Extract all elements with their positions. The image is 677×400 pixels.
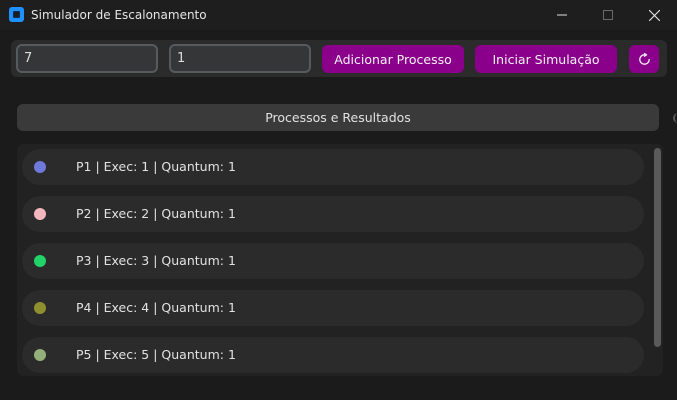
maximize-icon [603,10,613,20]
process-label: P5 | Exec: 5 | Quantum: 1 [76,347,236,362]
process-color-dot [34,255,46,267]
reset-button[interactable] [629,45,659,73]
process-row: P5 | Exec: 5 | Quantum: 1 [22,337,644,373]
minimize-icon [557,14,567,16]
close-button[interactable] [631,0,677,30]
start-simulation-button[interactable]: Iniciar Simulação [475,45,617,73]
process-row: P2 | Exec: 2 | Quantum: 1 [22,196,644,232]
process-color-dot [34,208,46,220]
app-icon [9,7,24,22]
scrollbar[interactable] [654,148,661,347]
process-label: P3 | Exec: 3 | Quantum: 1 [76,253,236,268]
process-row: P3 | Exec: 3 | Quantum: 1 [22,243,644,279]
process-color-dot [34,302,46,314]
close-icon [648,9,660,21]
process-color-dot [34,349,46,361]
add-process-button[interactable]: Adicionar Processo [322,45,464,73]
process-row: P4 | Exec: 4 | Quantum: 1 [22,290,644,326]
window-title: Simulador de Escalonamento [31,8,207,22]
section-header: Processos e Resultados [17,104,659,131]
title-bar: Simulador de Escalonamento [0,0,677,30]
refresh-icon [638,52,650,65]
quantum-input[interactable]: 1 [169,44,311,73]
app-window: Simulador de Escalonamento 7 1 Adicionar… [0,0,677,400]
edge-handle [673,113,677,123]
process-label: P4 | Exec: 4 | Quantum: 1 [76,300,236,315]
process-list: P1 | Exec: 1 | Quantum: 1 P2 | Exec: 2 | … [17,144,663,376]
control-frame: 7 1 Adicionar Processo Iniciar Simulação [11,40,667,77]
minimize-button[interactable] [539,0,585,30]
exec-time-input[interactable]: 7 [16,44,158,73]
process-label: P2 | Exec: 2 | Quantum: 1 [76,206,236,221]
process-row: P1 | Exec: 1 | Quantum: 1 [22,149,644,185]
process-label: P1 | Exec: 1 | Quantum: 1 [76,159,236,174]
process-color-dot [34,161,46,173]
maximize-button[interactable] [585,0,631,30]
